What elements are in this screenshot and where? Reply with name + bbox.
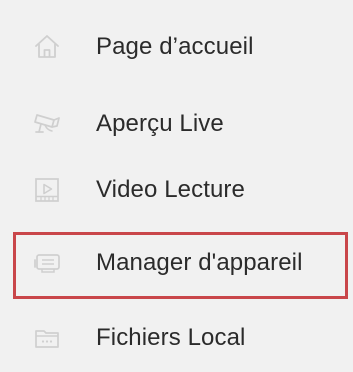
menu-item-label: Fichiers Local bbox=[96, 324, 246, 351]
menu-item-label: Manager d'appareil bbox=[96, 249, 303, 276]
device-manager-icon bbox=[32, 248, 62, 278]
camera-icon bbox=[32, 109, 62, 139]
menu-item-label: Video Lecture bbox=[96, 176, 245, 203]
home-icon bbox=[32, 32, 62, 62]
folder-icon bbox=[32, 323, 62, 353]
menu-item-live-preview[interactable]: Aperçu Live bbox=[0, 94, 353, 154]
menu-item-label: Page d’accueil bbox=[96, 33, 254, 60]
menu-item-home[interactable]: Page d’accueil bbox=[0, 17, 353, 77]
menu-item-local-files[interactable]: Fichiers Local bbox=[0, 308, 353, 368]
menu-item-video-playback[interactable]: Video Lecture bbox=[0, 160, 353, 220]
video-playback-icon bbox=[32, 175, 62, 205]
menu-item-device-manager[interactable]: Manager d'appareil bbox=[0, 233, 353, 293]
navigation-menu: Page d’accueil Aperçu Live Video Lecture… bbox=[0, 0, 353, 372]
menu-item-label: Aperçu Live bbox=[96, 110, 224, 137]
